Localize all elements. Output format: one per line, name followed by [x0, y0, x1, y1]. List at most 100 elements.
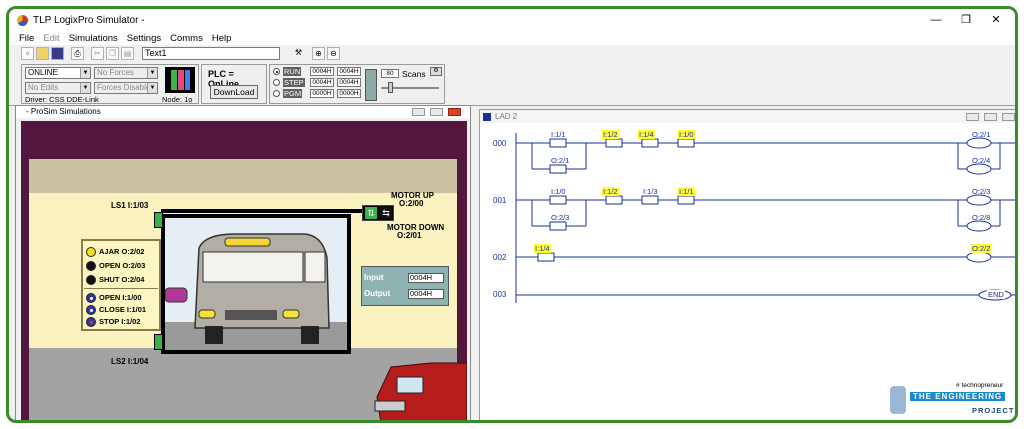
rung-number: 001 — [493, 196, 507, 205]
ladder-minimize-button[interactable] — [966, 113, 979, 121]
scans-label: Scans — [402, 69, 426, 79]
contact-label[interactable]: I:1/3 — [642, 187, 659, 196]
door-rail — [161, 209, 375, 213]
menu-settings[interactable]: Settings — [127, 33, 161, 44]
watermark: # technopreneur THE ENGINEERING PROJECTS — [890, 382, 1018, 420]
forces-select[interactable]: No Forces ▼ — [94, 67, 158, 79]
io-status-icon — [365, 69, 377, 101]
prosim-window-title: - ProSim Simulations — [16, 106, 470, 118]
download-button[interactable]: DownLoad — [210, 85, 258, 99]
watermark-line2: PROJECTS — [972, 406, 1018, 415]
node-label: Node: 1o — [162, 95, 193, 104]
ls1-sensor-icon — [154, 212, 163, 228]
ladder-window: LAD 2 000 001 002 003 I:1/1 I:1/2 I:1/4 … — [479, 109, 1018, 420]
garage-door-opening — [161, 214, 351, 354]
prosim-title-text: - ProSim Simulations — [26, 107, 101, 116]
menu-help[interactable]: Help — [212, 33, 232, 44]
garage-ceiling — [29, 159, 457, 193]
scan-slider-handle[interactable] — [388, 82, 393, 93]
step-label: STEP — [283, 78, 305, 87]
stop-pushbutton-label: STOP I:1/02 — [99, 317, 141, 326]
garage-door-simulation: LS1 I:1/03 LS2 I:1/04 MOTOR UP O:2/00 ⇅ … — [21, 121, 467, 420]
document-name-field[interactable]: Text1 — [142, 47, 280, 60]
scans-value[interactable]: 80 — [381, 69, 399, 78]
watermark-tagline: # technopreneur — [956, 382, 1004, 389]
pgm-radio[interactable] — [273, 90, 280, 97]
comm-panel: ONLINE ▼ No Forces ▼ No Edits ▼ Forces Disa… — [21, 64, 199, 104]
new-file-icon[interactable]: ▫ — [21, 47, 34, 60]
copy-icon[interactable]: ❐ — [106, 47, 119, 60]
forces-disabled-select[interactable]: Forces Disabled ▼ — [94, 82, 158, 94]
stop-pushbutton[interactable] — [86, 317, 96, 327]
contact-label[interactable]: I:1/1 — [678, 187, 695, 196]
ladder-diagram — [515, 133, 1015, 303]
tools-icon[interactable]: ⚒ — [292, 47, 305, 60]
io-display: Input 0004H Output 0004H — [361, 266, 449, 306]
save-icon[interactable] — [51, 47, 64, 60]
input-label: Input — [364, 273, 384, 282]
open-pushbutton-label: OPEN I:1/00 — [99, 293, 142, 302]
hex-value: 0000H — [310, 89, 334, 98]
print-icon[interactable]: ⎙ — [71, 47, 84, 60]
coil-label[interactable]: O:2/2 — [971, 244, 992, 253]
menu-bar: File Edit Simulations Settings Comms Hel… — [9, 31, 1015, 45]
close-pushbutton-label: CLOSE I:1/01 — [99, 305, 147, 314]
end-label: END — [987, 290, 1005, 299]
run-radio[interactable] — [273, 68, 280, 75]
step-radio[interactable] — [273, 79, 280, 86]
motor-up-arrow-icon: ⇅ — [365, 207, 377, 219]
menu-edit[interactable]: Edit — [43, 33, 59, 44]
shut-lamp-icon — [86, 275, 96, 285]
edits-select[interactable]: No Edits ▼ — [25, 82, 91, 94]
ladder-window-title: LAD 2 — [480, 110, 1015, 123]
toolbar: ▫ ⎙ ✂ ❐ ▤ Text1 ⚒ ⊕ ⊖ — [9, 45, 1015, 62]
mode-select[interactable]: ONLINE ▼ — [25, 67, 91, 79]
open-pushbutton[interactable] — [86, 293, 96, 303]
menu-comms[interactable]: Comms — [170, 33, 203, 44]
contact-label[interactable]: I:1/4 — [534, 244, 551, 253]
contact-label[interactable]: I:1/0 — [678, 130, 695, 139]
menu-simulations[interactable]: Simulations — [69, 33, 118, 44]
prosim-minimize-button[interactable] — [412, 108, 425, 116]
cut-icon[interactable]: ✂ — [91, 47, 104, 60]
ladder-close-button[interactable] — [1002, 113, 1015, 121]
settings-icon[interactable]: ⚙ — [430, 67, 442, 76]
mode-panel: RUN STEP PGM 0004H 0004H 0004H 0004H 000… — [269, 64, 445, 104]
prosim-close-button[interactable] — [448, 108, 461, 116]
watermark-line1: THE ENGINEERING — [910, 392, 1006, 401]
coil-label[interactable]: O:2/3 — [971, 187, 991, 196]
hex-value: 0000H — [337, 89, 361, 98]
coil-label[interactable]: O:2/1 — [971, 130, 991, 139]
motor-up-addr: O:2/00 — [399, 199, 424, 208]
contact-label[interactable]: I:1/2 — [602, 187, 619, 196]
ls2-sensor-icon — [154, 334, 163, 350]
contact-label[interactable]: I:1/4 — [638, 130, 655, 139]
plc-status-icon — [165, 67, 195, 93]
contact-label[interactable]: I:1/2 — [602, 130, 619, 139]
menu-file[interactable]: File — [19, 33, 34, 44]
contact-label[interactable]: I:1/1 — [550, 130, 567, 139]
hex-value: 0004H — [337, 78, 361, 87]
close-button[interactable]: ✕ — [981, 9, 1011, 31]
zoom-out-icon[interactable]: ⊖ — [327, 47, 340, 60]
control-station: AJAR O:2/02 OPEN O:2/03 SHUT O:2/04 OPEN… — [81, 239, 161, 331]
contact-label[interactable]: I:1/0 — [550, 187, 567, 196]
screenshot-frame: TLP LogixPro Simulator - — ❐ ✕ File Edit… — [6, 6, 1018, 423]
contact-label[interactable]: O:2/3 — [550, 213, 570, 222]
paste-icon[interactable]: ▤ — [121, 47, 134, 60]
ladder-restore-button[interactable] — [984, 113, 997, 121]
restore-button[interactable]: ❐ — [951, 9, 981, 31]
app-logo-icon — [17, 14, 28, 26]
hex-value: 0004H — [310, 67, 334, 76]
coil-label[interactable]: O:2/4 — [971, 156, 991, 165]
contact-label[interactable]: O:2/1 — [550, 156, 570, 165]
ladder-title-text: LAD 2 — [495, 112, 518, 121]
close-pushbutton[interactable] — [86, 305, 96, 315]
coil-label[interactable]: O:2/8 — [971, 213, 991, 222]
minimize-button[interactable]: — — [921, 9, 951, 31]
zoom-in-icon[interactable]: ⊕ — [312, 47, 325, 60]
open-folder-icon[interactable] — [36, 47, 49, 60]
output-value: 0004H — [408, 289, 444, 299]
truck-image — [374, 362, 467, 420]
prosim-restore-button[interactable] — [430, 108, 443, 116]
